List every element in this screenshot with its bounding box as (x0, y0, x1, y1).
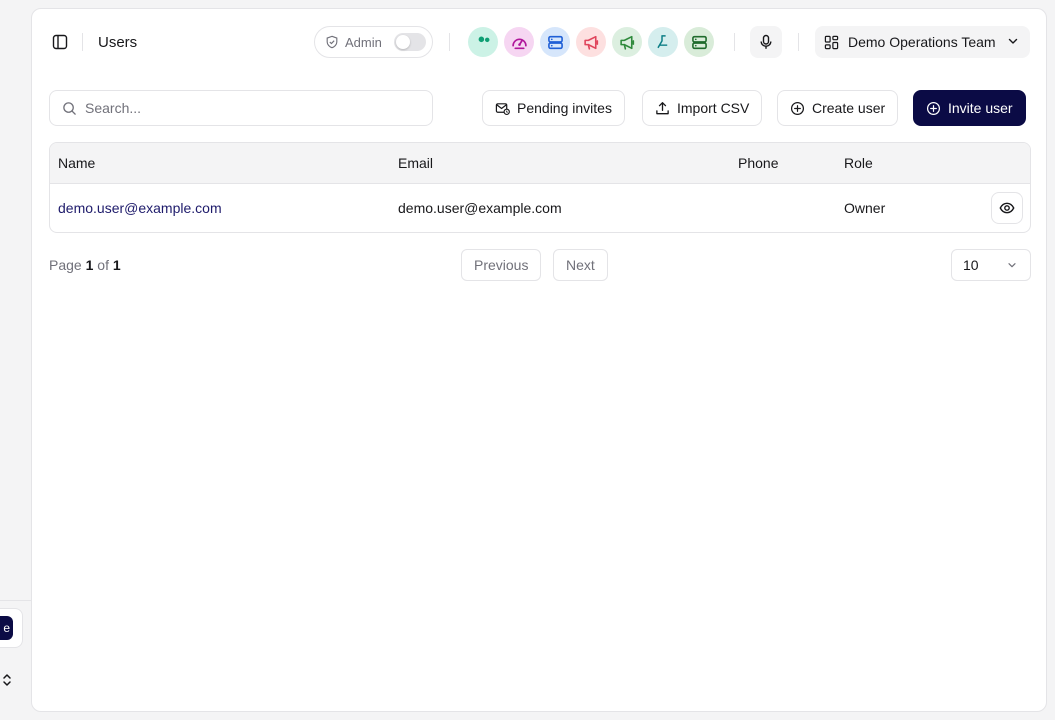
page-title: Users (98, 33, 138, 51)
admin-switch[interactable] (393, 33, 426, 51)
page-label: Page (49, 257, 82, 273)
header-separator (798, 33, 799, 51)
pagination-status: Page 1 of 1 (49, 257, 121, 273)
user-email-cell: demo.user@example.com (398, 200, 562, 216)
server-app-icon[interactable] (540, 27, 570, 57)
microphone-icon (760, 34, 772, 49)
switch-knob (395, 35, 410, 49)
page-size-value: 10 (963, 257, 979, 273)
server-green-app-icon[interactable] (684, 27, 714, 57)
total-pages: 1 (112, 257, 121, 273)
megaphone-green-app-icon[interactable] (612, 27, 642, 57)
column-header-email[interactable]: Email (398, 143, 433, 184)
sidebar-action-label: e (3, 621, 10, 635)
search-input[interactable] (85, 100, 405, 116)
column-header-role[interactable]: Role (844, 143, 873, 184)
pending-invites-label: Pending invites (517, 100, 612, 116)
page-size-select[interactable]: 10 (951, 249, 1031, 281)
admin-mode-toggle[interactable]: Admin (314, 26, 433, 58)
user-name-cell[interactable]: demo.user@example.com (58, 184, 222, 232)
flask-app-icon[interactable] (648, 27, 678, 57)
layout-grid-icon (824, 35, 839, 49)
search-icon (63, 101, 76, 115)
column-header-phone[interactable]: Phone (738, 143, 778, 184)
user-role-cell: Owner (844, 200, 886, 216)
create-user-button[interactable]: Create user (777, 90, 899, 126)
microphone-button[interactable] (750, 26, 782, 58)
team-name: Demo Operations Team (848, 34, 996, 50)
header-separator (82, 33, 83, 51)
upload-icon (656, 101, 669, 114)
column-header-name[interactable]: Name (58, 143, 95, 184)
users-app-icon[interactable] (468, 27, 498, 57)
chevrons-up-down-icon[interactable] (0, 671, 14, 689)
sidebar-toggle-icon[interactable] (50, 32, 70, 52)
chevron-down-icon (1008, 263, 1016, 268)
search-field[interactable] (49, 90, 433, 126)
of-label: of (97, 257, 109, 273)
sidebar-action-button[interactable]: e (0, 616, 13, 640)
plus-circle-icon (926, 101, 941, 115)
header-separator (449, 33, 450, 51)
shield-icon (326, 35, 338, 49)
app-switcher (468, 27, 714, 57)
table-header: Name Email Phone Role (50, 143, 1030, 184)
sidebar-divider (0, 600, 31, 601)
gauge-app-icon[interactable] (504, 27, 534, 57)
import-csv-button[interactable]: Import CSV (642, 90, 763, 126)
eye-icon (999, 202, 1015, 214)
create-user-label: Create user (812, 100, 886, 116)
admin-label: Admin (345, 34, 382, 50)
pending-invites-button[interactable]: Pending invites (482, 90, 625, 126)
invite-user-label: Invite user (948, 100, 1013, 116)
view-user-button[interactable] (991, 192, 1023, 224)
megaphone-red-app-icon[interactable] (576, 27, 606, 57)
chevron-down-icon (1008, 38, 1018, 44)
plus-circle-icon (790, 101, 805, 115)
import-csv-label: Import CSV (677, 100, 750, 116)
previous-page-button[interactable]: Previous (461, 249, 542, 281)
header-separator (734, 33, 735, 51)
users-table: Name Email Phone Role demo.user@example.… (49, 142, 1031, 233)
main-panel: Users Admin Demo Operations Team Pending… (31, 8, 1047, 712)
mail-clock-icon (495, 102, 510, 115)
invite-user-button[interactable]: Invite user (913, 90, 1026, 126)
team-selector[interactable]: Demo Operations Team (815, 26, 1030, 58)
next-page-button[interactable]: Next (553, 249, 608, 281)
current-page: 1 (85, 257, 94, 273)
table-row[interactable]: demo.user@example.com demo.user@example.… (50, 184, 1030, 232)
